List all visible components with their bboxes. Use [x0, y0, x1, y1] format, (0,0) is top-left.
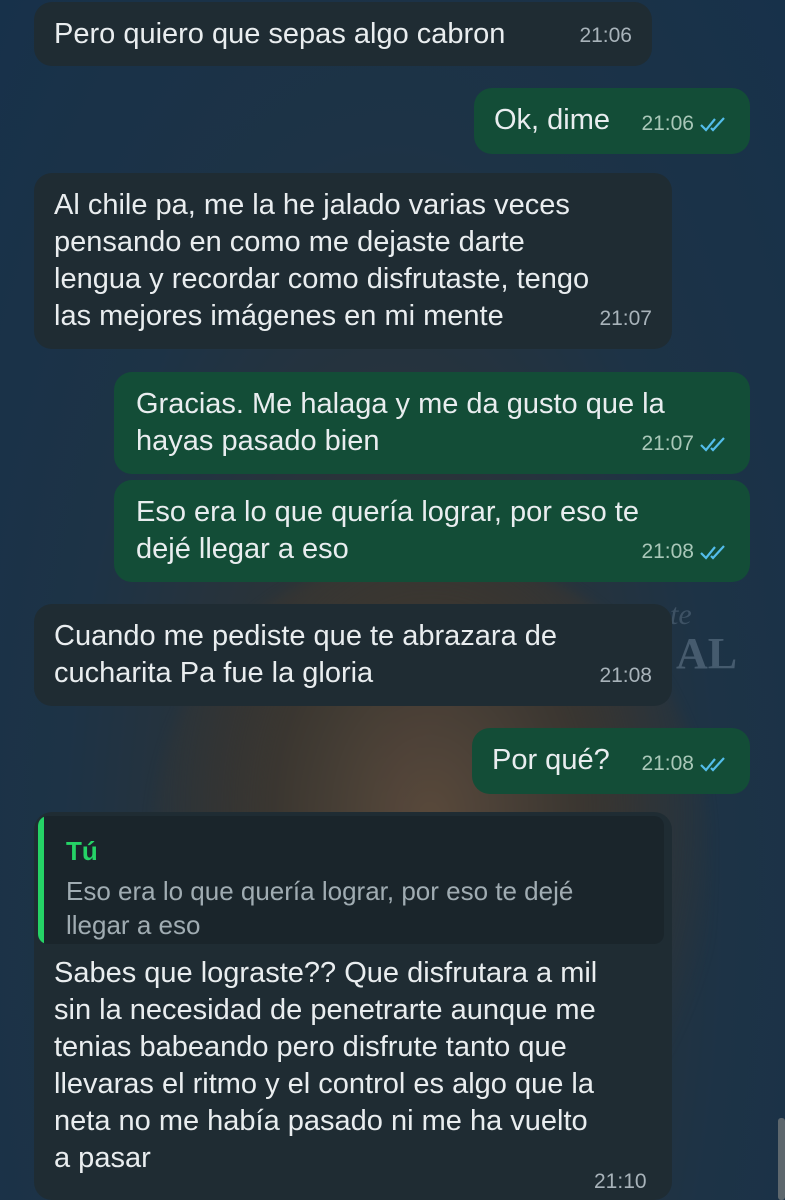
message-incoming[interactable]: Pero quiero que sepas algo cabron 21:06 — [34, 2, 652, 66]
message-time: 21:08 — [599, 664, 652, 687]
double-check-icon — [700, 544, 725, 560]
message-time: 21:08 — [641, 533, 730, 570]
message-time: 21:06 — [579, 24, 632, 47]
quoted-message[interactable]: Tú Eso era lo que quería lograr, por eso… — [38, 816, 664, 944]
message-time: 21:08 — [641, 745, 730, 782]
double-check-icon — [700, 116, 725, 132]
scrollbar[interactable] — [778, 1118, 785, 1200]
message-text: Ok, dime — [494, 104, 611, 136]
message-outgoing[interactable]: Por qué? 21:08 — [472, 728, 750, 794]
double-check-icon — [700, 436, 725, 452]
background-watermark-text-2: AL — [676, 629, 738, 678]
message-text: Sabes que lograste?? Que disfrutara a mi… — [54, 957, 598, 1174]
message-incoming[interactable]: Cuando me pediste que te abrazara de cuc… — [34, 604, 672, 706]
quote-text: Eso era lo que quería lograr, por eso te… — [66, 876, 574, 940]
message-text: Gracias. Me halaga y me da gusto que la … — [136, 388, 665, 457]
message-incoming[interactable]: Al chile pa, me la he jalado varias vece… — [34, 173, 672, 349]
message-text: Cuando me pediste que te abrazara de cuc… — [54, 620, 558, 689]
message-text: Al chile pa, me la he jalado varias vece… — [54, 189, 590, 332]
message-outgoing[interactable]: Ok, dime 21:06 — [474, 88, 750, 154]
message-text: Pero quiero que sepas algo cabron — [54, 18, 506, 50]
message-time: 21:07 — [599, 307, 652, 330]
message-time: 21:06 — [641, 105, 730, 142]
message-outgoing[interactable]: Gracias. Me halaga y me da gusto que la … — [114, 372, 750, 474]
message-time: 21:10 — [594, 1170, 647, 1193]
message-text: Por qué? — [492, 744, 610, 776]
quote-accent-bar — [38, 816, 44, 944]
message-text: Eso era lo que quería lograr, por eso te… — [136, 496, 639, 565]
quote-author: Tú — [66, 836, 98, 866]
message-outgoing[interactable]: Eso era lo que quería lograr, por eso te… — [114, 480, 750, 582]
message-time: 21:07 — [641, 425, 730, 462]
double-check-icon — [700, 756, 725, 772]
